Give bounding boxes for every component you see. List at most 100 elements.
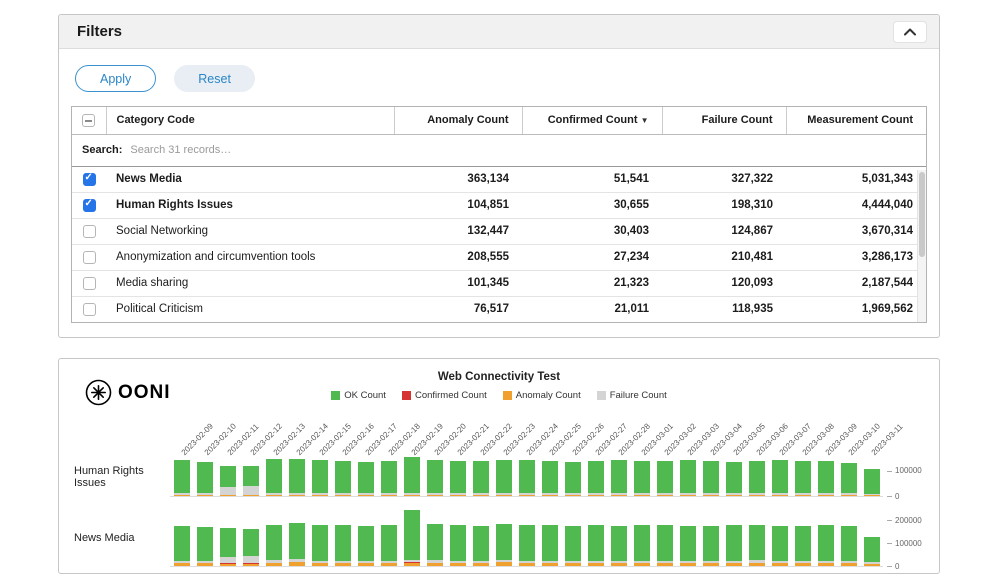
- bar[interactable]: [584, 457, 607, 496]
- bar[interactable]: [400, 509, 423, 566]
- bar[interactable]: [216, 457, 239, 496]
- collapse-button[interactable]: [893, 21, 927, 43]
- bar[interactable]: [630, 509, 653, 566]
- bar[interactable]: [308, 509, 331, 566]
- bar[interactable]: [722, 457, 745, 496]
- bar[interactable]: [561, 509, 584, 566]
- chart-row-news-media: News Media 2000001000000: [60, 509, 938, 567]
- bar[interactable]: [193, 509, 216, 566]
- bar[interactable]: [377, 509, 400, 566]
- column-header-measurement[interactable]: Measurement Count: [786, 107, 926, 134]
- select-all-checkbox[interactable]: [82, 114, 95, 127]
- search-input[interactable]: [128, 143, 448, 157]
- bar[interactable]: [860, 457, 883, 496]
- row-checkbox[interactable]: [83, 277, 96, 290]
- count-cell: 104,851: [394, 192, 522, 218]
- bar-segment: [634, 495, 650, 496]
- row-checkbox[interactable]: [83, 173, 96, 186]
- count-cell: 30,655: [522, 192, 662, 218]
- bar[interactable]: [860, 509, 883, 566]
- bar[interactable]: [354, 457, 377, 496]
- bar[interactable]: [216, 509, 239, 566]
- checkbox-cell: [72, 218, 106, 244]
- bar[interactable]: [630, 457, 653, 496]
- chart-area: Web Connectivity Test OK CountConfirmed …: [60, 371, 938, 567]
- bar-segment: [220, 528, 236, 557]
- bar[interactable]: [308, 457, 331, 496]
- bar[interactable]: [492, 509, 515, 566]
- bar-segment: [473, 461, 489, 494]
- bar[interactable]: [653, 509, 676, 566]
- bar[interactable]: [538, 457, 561, 496]
- bar[interactable]: [837, 457, 860, 496]
- bar[interactable]: [354, 509, 377, 566]
- bar[interactable]: [653, 457, 676, 496]
- bar[interactable]: [285, 457, 308, 496]
- column-header-category[interactable]: Category Code: [106, 107, 394, 134]
- bar-segment: [565, 495, 581, 496]
- bar[interactable]: [837, 509, 860, 566]
- bar-segment: [358, 462, 374, 494]
- bar[interactable]: [676, 509, 699, 566]
- bar[interactable]: [170, 509, 193, 566]
- bar[interactable]: [584, 509, 607, 566]
- bar[interactable]: [239, 457, 262, 496]
- row-checkbox[interactable]: [83, 199, 96, 212]
- bar[interactable]: [676, 457, 699, 496]
- table-row: Social Networking132,44730,403124,8673,6…: [72, 218, 926, 244]
- bar[interactable]: [814, 509, 837, 566]
- bar[interactable]: [377, 457, 400, 496]
- reset-button[interactable]: Reset: [174, 65, 255, 92]
- bar[interactable]: [699, 509, 722, 566]
- bar[interactable]: [423, 509, 446, 566]
- bar[interactable]: [768, 457, 791, 496]
- bar[interactable]: [446, 457, 469, 496]
- bar[interactable]: [745, 509, 768, 566]
- table-scrollbar[interactable]: [917, 170, 926, 322]
- count-cell: 124,867: [662, 218, 786, 244]
- bar[interactable]: [170, 457, 193, 496]
- bar[interactable]: [607, 457, 630, 496]
- bar[interactable]: [791, 457, 814, 496]
- bar[interactable]: [607, 509, 630, 566]
- column-header-failure[interactable]: Failure Count: [662, 107, 786, 134]
- bar[interactable]: [469, 457, 492, 496]
- bar[interactable]: [768, 509, 791, 566]
- bar[interactable]: [699, 457, 722, 496]
- bar[interactable]: [239, 509, 262, 566]
- bar[interactable]: [515, 457, 538, 496]
- scrollbar-thumb[interactable]: [919, 172, 925, 257]
- bar[interactable]: [262, 509, 285, 566]
- bar-segment: [404, 563, 420, 566]
- bar[interactable]: [515, 509, 538, 566]
- bar[interactable]: [492, 457, 515, 496]
- bar[interactable]: [745, 457, 768, 496]
- bar-segment: [312, 525, 328, 561]
- bar[interactable]: [791, 509, 814, 566]
- checkbox-cell: [72, 296, 106, 322]
- row-checkbox[interactable]: [83, 225, 96, 238]
- bar[interactable]: [423, 457, 446, 496]
- bar[interactable]: [469, 509, 492, 566]
- bar[interactable]: [400, 457, 423, 496]
- bar-segment: [312, 563, 328, 566]
- row-checkbox[interactable]: [83, 303, 96, 316]
- bar[interactable]: [561, 457, 584, 496]
- apply-button[interactable]: Apply: [75, 65, 156, 92]
- bar[interactable]: [331, 509, 354, 566]
- bar-segment: [519, 460, 535, 494]
- bar[interactable]: [538, 509, 561, 566]
- bar[interactable]: [262, 457, 285, 496]
- bar[interactable]: [285, 509, 308, 566]
- column-header-anomaly[interactable]: Anomaly Count: [394, 107, 522, 134]
- bar[interactable]: [193, 457, 216, 496]
- column-header-confirmed[interactable]: Confirmed Count ▼: [522, 107, 662, 134]
- bar[interactable]: [814, 457, 837, 496]
- row-checkbox[interactable]: [83, 251, 96, 264]
- bar[interactable]: [722, 509, 745, 566]
- bar-segment: [450, 495, 466, 496]
- bar[interactable]: [331, 457, 354, 496]
- bar[interactable]: [446, 509, 469, 566]
- bar-segment: [772, 563, 788, 566]
- y-axis-news-media: 2000001000000: [887, 509, 938, 567]
